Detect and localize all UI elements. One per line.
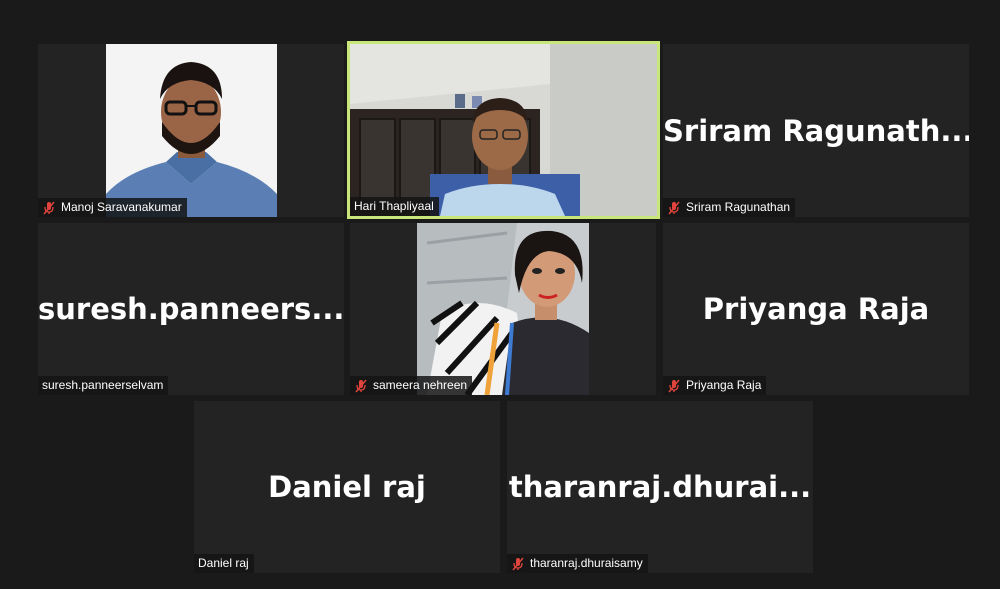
participant-display-name: suresh.panneers... (38, 292, 344, 326)
mic-muted-icon (668, 201, 680, 214)
participant-display-name: Sriram Ragunath... (663, 113, 969, 148)
participant-tile-hari[interactable]: Hari Thapliyaal (347, 41, 660, 219)
participant-name: sameera nehreen (373, 378, 468, 392)
participant-video-hari (350, 44, 657, 216)
participant-display-name: tharanraj.dhurai... (508, 470, 812, 504)
participant-display-name: Priyanga Raja (702, 292, 930, 326)
mic-muted-icon (512, 557, 524, 570)
participant-tile-sameera[interactable]: sameera nehreen (350, 223, 656, 395)
participant-label: Priyanga Raja (663, 376, 767, 395)
participant-display-name: Daniel raj (268, 470, 426, 504)
participant-tile-daniel[interactable]: Daniel raj Daniel raj (194, 401, 500, 573)
participant-tile-manoj[interactable]: Manoj Saravanakumar (38, 44, 344, 217)
participant-name: Daniel raj (198, 556, 249, 570)
participant-video-sameera (417, 223, 589, 395)
participant-name: Hari Thapliyaal (354, 199, 434, 213)
mic-muted-icon (668, 379, 680, 392)
participant-name: tharanraj.dhuraisamy (530, 556, 643, 570)
participant-name: Sriram Ragunathan (686, 200, 791, 214)
participant-tile-tharanraj[interactable]: tharanraj.dhurai... tharanraj.dhuraisamy (507, 401, 813, 573)
participant-tile-sriram[interactable]: Sriram Ragunath... Sriram Ragunathan (663, 44, 969, 217)
participant-name: Priyanga Raja (686, 378, 762, 392)
video-gallery: Manoj Saravanakumar Hari Thapliyaal Srir… (0, 0, 1000, 589)
participant-video-manoj (106, 44, 277, 217)
mic-muted-icon (43, 201, 55, 214)
participant-label: Daniel raj (194, 554, 254, 573)
participant-label: Manoj Saravanakumar (38, 198, 187, 217)
participant-label: suresh.panneerselvam (38, 376, 169, 395)
participant-label: sameera nehreen (350, 376, 473, 395)
participant-label: Sriram Ragunathan (663, 198, 796, 217)
participant-label: Hari Thapliyaal (350, 197, 439, 216)
participant-tile-suresh[interactable]: suresh.panneers... suresh.panneerselvam (38, 223, 344, 395)
participant-name: Manoj Saravanakumar (61, 200, 182, 214)
mic-muted-icon (355, 379, 367, 392)
participant-tile-priyanga[interactable]: Priyanga Raja Priyanga Raja (663, 223, 969, 395)
participant-name: suresh.panneerselvam (42, 378, 164, 392)
participant-label: tharanraj.dhuraisamy (507, 554, 648, 573)
